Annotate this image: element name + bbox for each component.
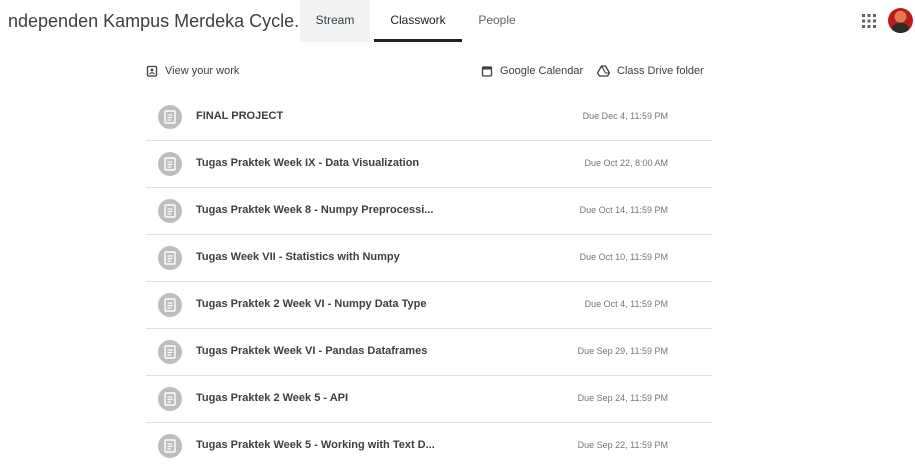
view-your-work-label: View your work [165, 65, 240, 77]
assignment-title: Tugas Praktek Week 8 - Numpy Preprocessi… [196, 204, 434, 216]
assignment-title: Tugas Praktek 2 Week VI - Numpy Data Typ… [196, 298, 427, 310]
assignment-due: Due Sep 24, 11:59 PM [577, 393, 668, 403]
assignment-title: Tugas Week VII - Statistics with Numpy [196, 251, 400, 263]
assignment-icon [158, 434, 182, 458]
assignment-row[interactable]: Tugas Praktek Week VI - Pandas Dataframe… [146, 329, 712, 376]
assignment-row[interactable]: Tugas Praktek Week 5 - Working with Text… [146, 423, 712, 469]
assignment-icon [158, 340, 182, 364]
assignment-title: FINAL PROJECT [196, 110, 284, 122]
active-tab-indicator [374, 39, 462, 42]
assignment-title: Tugas Praktek 2 Week 5 - API [196, 392, 349, 404]
assignment-icon [158, 293, 182, 317]
calendar-icon [481, 66, 493, 77]
google-calendar-link[interactable]: Google Calendar [481, 62, 583, 80]
tab-people[interactable]: People [470, 0, 524, 42]
view-your-work-link[interactable]: View your work [146, 62, 239, 80]
apps-grid-icon[interactable] [859, 11, 879, 31]
class-drive-folder-label: Class Drive folder [617, 65, 704, 77]
assignment-row[interactable]: Tugas Week VII - Statistics with Numpy D… [146, 235, 712, 282]
classwork-list: FINAL PROJECT Due Dec 4, 11:59 PM Tugas … [146, 94, 712, 469]
assignment-due: Due Oct 22, 8:00 AM [584, 158, 668, 168]
avatar[interactable] [888, 8, 913, 33]
assignment-due: Due Sep 29, 11:59 PM [577, 346, 668, 356]
assignment-title: Tugas Praktek Week 5 - Working with Text… [196, 439, 435, 451]
drive-icon [597, 65, 610, 77]
assignment-due: Due Oct 4, 11:59 PM [584, 299, 668, 309]
assignment-icon [158, 105, 182, 129]
assignment-row[interactable]: Tugas Praktek 2 Week 5 - API Due Sep 24,… [146, 376, 712, 423]
assignment-icon [158, 246, 182, 270]
assignment-row[interactable]: FINAL PROJECT Due Dec 4, 11:59 PM [146, 94, 712, 141]
assignment-title: Tugas Praktek Week IX - Data Visualizati… [196, 157, 420, 169]
top-app-bar: ndependen Kampus Merdeka Cycle... Stream… [0, 0, 915, 42]
tab-people-label: People [478, 13, 516, 27]
assignment-icon [158, 387, 182, 411]
assignment-icon [158, 152, 182, 176]
assignment-row[interactable]: Tugas Praktek Week IX - Data Visualizati… [146, 141, 712, 188]
google-calendar-label: Google Calendar [500, 65, 584, 77]
assignment-title: Tugas Praktek Week VI - Pandas Dataframe… [196, 345, 428, 357]
assignment-due: Due Oct 10, 11:59 PM [579, 252, 668, 262]
assignment-due: Due Sep 22, 11:59 PM [577, 440, 668, 450]
tab-classwork-label: Classwork [390, 13, 446, 27]
assignment-icon [158, 199, 182, 223]
tab-classwork[interactable]: Classwork [374, 0, 462, 42]
class-drive-folder-link[interactable]: Class Drive folder [597, 62, 704, 80]
tab-stream-label: Stream [315, 13, 355, 27]
assignment-row[interactable]: Tugas Praktek Week 8 - Numpy Preprocessi… [146, 188, 712, 235]
tab-stream[interactable]: Stream [300, 0, 370, 42]
assignment-due: Due Dec 4, 11:59 PM [582, 111, 668, 121]
assignment-due: Due Oct 14, 11:59 PM [579, 205, 668, 215]
assignment-row[interactable]: Tugas Praktek 2 Week VI - Numpy Data Typ… [146, 282, 712, 329]
class-title[interactable]: ndependen Kampus Merdeka Cycle... [8, 11, 309, 32]
assignment-ind-icon [146, 65, 158, 77]
